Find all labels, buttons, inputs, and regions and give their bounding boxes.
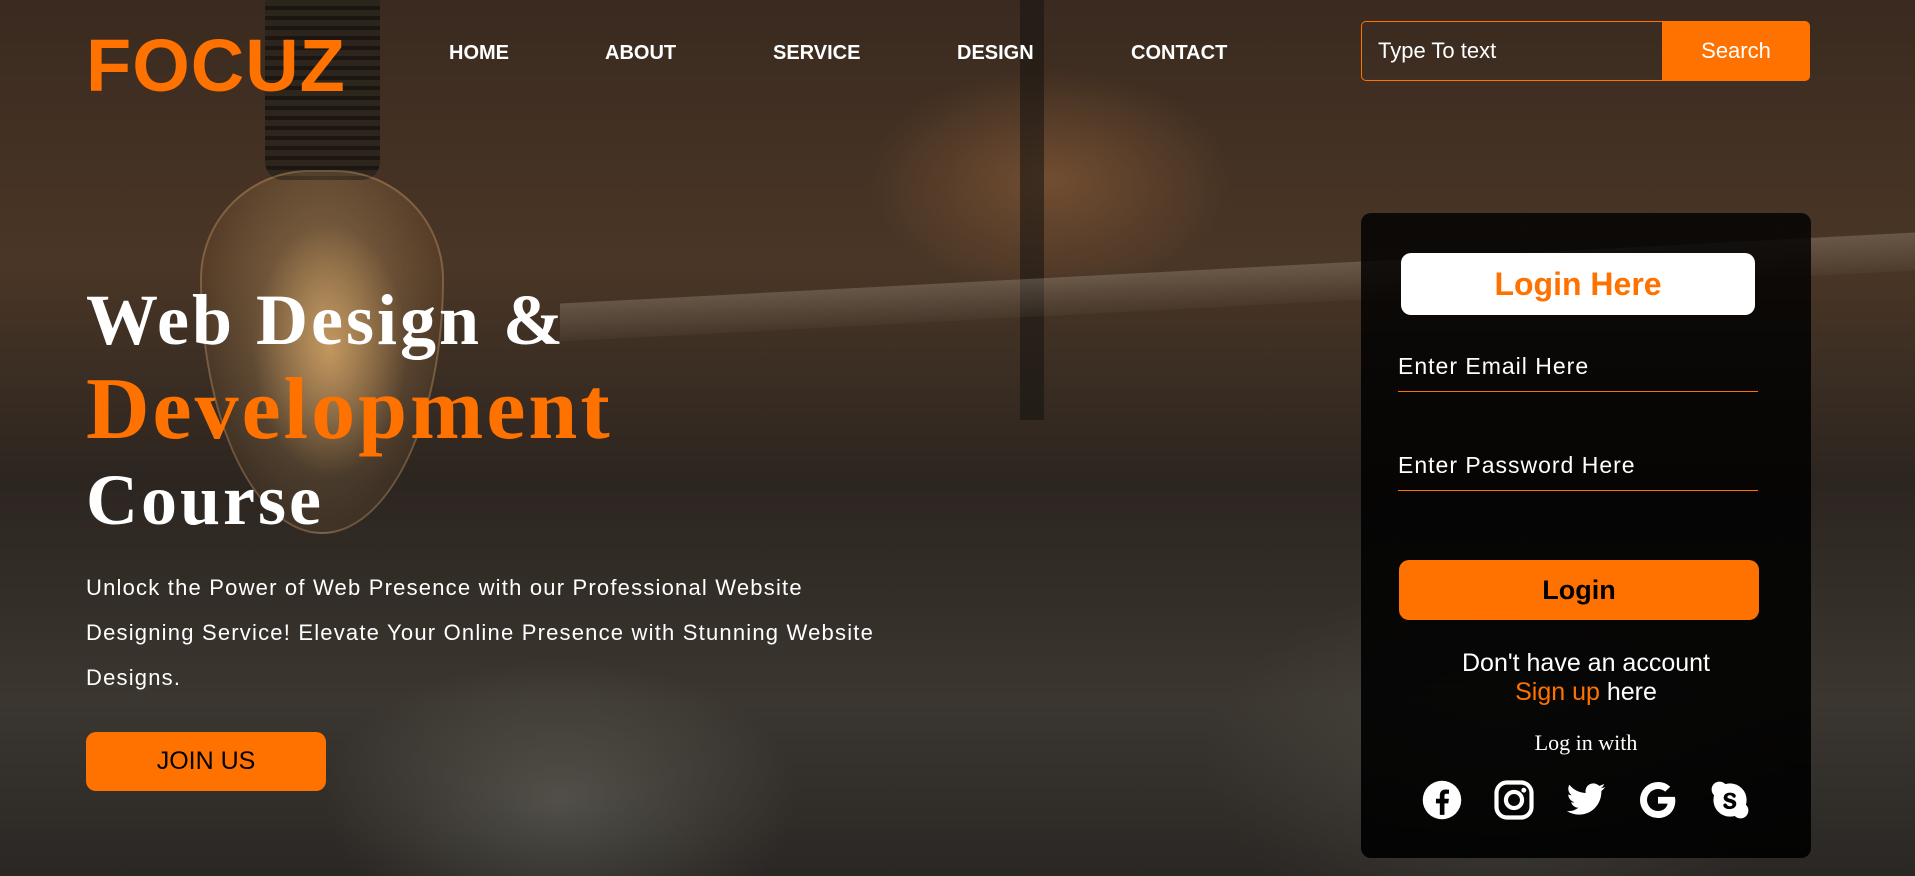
nav-about[interactable]: ABOUT <box>605 42 676 65</box>
nav-contact[interactable]: CONTACT <box>1131 42 1227 65</box>
login-card: Login Here Login Don't have an account S… <box>1361 213 1811 858</box>
password-field[interactable] <box>1398 441 1758 491</box>
nav-home[interactable]: HOME <box>449 42 509 65</box>
search-bar: Search <box>1361 21 1810 81</box>
hero-title-line3: Course <box>86 460 324 540</box>
signup-link[interactable]: Sign up <box>1515 678 1600 706</box>
search-input[interactable] <box>1361 21 1662 81</box>
signup-prompt: Don't have an account Sign up here <box>1361 649 1811 707</box>
search-button[interactable]: Search <box>1662 21 1810 81</box>
login-title: Login Here <box>1401 253 1755 315</box>
instagram-icon[interactable] <box>1493 779 1535 821</box>
hero-title-line1: Web Design & <box>86 280 567 360</box>
skype-icon[interactable] <box>1709 779 1751 821</box>
google-icon[interactable] <box>1637 779 1679 821</box>
hero-heading: Web Design & Development Course <box>86 280 613 540</box>
nav-design[interactable]: DESIGN <box>957 42 1034 65</box>
nav-service[interactable]: SERVICE <box>773 42 860 65</box>
brand-logo: FOCUZ <box>86 24 346 107</box>
hero-title-line2: Development <box>86 361 613 458</box>
login-button[interactable]: Login <box>1399 560 1759 620</box>
facebook-icon[interactable] <box>1421 779 1463 821</box>
social-login-icons <box>1421 779 1761 823</box>
join-us-button[interactable]: JOIN US <box>86 732 326 791</box>
email-field[interactable] <box>1398 342 1758 392</box>
login-with-label: Log in with <box>1534 730 1638 755</box>
signup-suffix: here <box>1599 678 1657 706</box>
twitter-icon[interactable] <box>1565 779 1607 821</box>
no-account-text: Don't have an account <box>1462 649 1710 677</box>
hero-description: Unlock the Power of Web Presence with ou… <box>86 575 875 690</box>
